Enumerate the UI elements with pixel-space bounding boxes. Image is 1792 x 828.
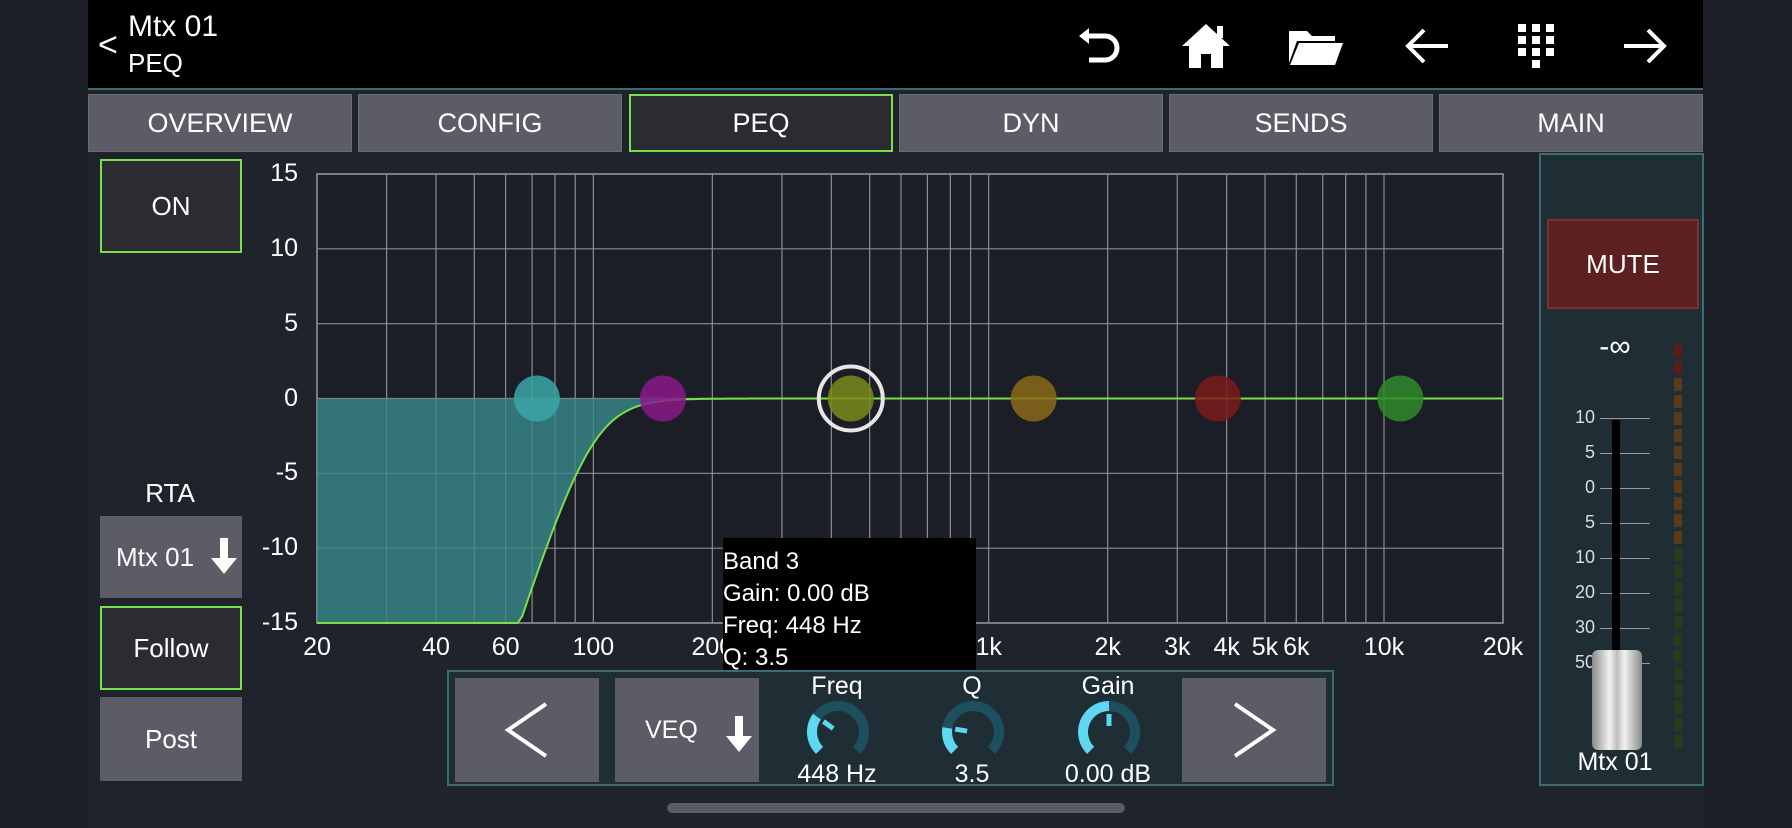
fader-scale-tick	[1600, 418, 1650, 419]
meter-segment	[1674, 599, 1682, 612]
meter-segment	[1674, 582, 1682, 595]
chevron-left-icon	[504, 702, 548, 758]
meter-segment	[1674, 446, 1682, 459]
fader-scale-label: 0	[1584, 477, 1595, 497]
meter-segment	[1674, 429, 1682, 442]
fader-scale-label: 10	[1574, 547, 1595, 567]
fader-scale-label: 5	[1584, 512, 1595, 532]
meter-segment	[1674, 514, 1682, 527]
x-tick-label: 100	[572, 633, 615, 661]
meter-segment	[1674, 463, 1682, 476]
meter-segment	[1674, 344, 1682, 357]
meter-segment	[1674, 497, 1682, 510]
knob-indicator	[821, 719, 835, 731]
post-button[interactable]: Post	[100, 697, 242, 781]
x-tick-label: 10k	[1363, 633, 1405, 661]
q-knob[interactable]	[940, 700, 1006, 760]
mute-button[interactable]: MUTE	[1547, 219, 1699, 309]
meter-segment	[1674, 735, 1682, 748]
band-node-3[interactable]	[827, 375, 874, 422]
y-tick-label: 0	[284, 383, 298, 412]
x-tick-label: 40	[422, 633, 450, 661]
fader-scale-tick	[1600, 523, 1650, 524]
gain-knob-value: 0.00 dB	[1064, 760, 1152, 788]
x-tick-label: 20k	[1482, 633, 1524, 661]
knob-value-arc	[807, 713, 824, 754]
meter-segment	[1674, 650, 1682, 663]
fader-scale-label: 30	[1574, 617, 1595, 637]
next-band-button[interactable]	[1182, 678, 1326, 782]
fader-scale-label: 20	[1574, 582, 1595, 602]
meter-segment	[1674, 565, 1682, 578]
eq-mode-value: VEQ	[645, 715, 698, 744]
y-tick-label: 15	[270, 159, 298, 187]
fader-scale-tick	[1600, 593, 1650, 594]
gain-knob[interactable]	[1076, 700, 1142, 760]
band-node-1[interactable]	[513, 375, 560, 422]
meter-segment	[1674, 701, 1682, 714]
meter-segment	[1674, 684, 1682, 697]
tooltip-gain: Gain: 0.00 dB	[723, 580, 870, 607]
x-tick-label: 20	[303, 633, 331, 661]
band-node-2[interactable]	[639, 375, 686, 422]
meter-segment	[1674, 395, 1682, 408]
tooltip-band: Band 3	[723, 548, 800, 575]
band-node-5[interactable]	[1194, 375, 1241, 422]
fader-scale-label: 50	[1574, 652, 1595, 672]
fader-scale-tick	[1600, 558, 1650, 559]
fader-scale-tick	[1600, 453, 1650, 454]
meter-segment	[1674, 548, 1682, 561]
knob-value-arc	[942, 727, 959, 754]
y-tick-label: 5	[284, 308, 298, 337]
meter-segment	[1674, 378, 1682, 391]
app-root: < Mtx 01 PEQ OVERVIEW CONFIG PEQ DYN SEN…	[0, 0, 1792, 828]
arrow-down-icon	[725, 714, 753, 761]
home-indicator[interactable]	[667, 803, 1125, 813]
meter-segment	[1674, 718, 1682, 731]
fader-handle[interactable]	[1592, 650, 1642, 750]
chevron-right-icon	[1233, 702, 1277, 758]
y-tick-label: -10	[261, 533, 298, 562]
fader-scale-tick	[1600, 628, 1650, 629]
q-knob-label: Q	[962, 672, 982, 700]
y-tick-label: -5	[275, 458, 298, 487]
meter-segment	[1674, 361, 1682, 374]
band-tooltip: Band 3 Gain: 0.00 dB Freq: 448 Hz Q: 3.5	[723, 538, 976, 671]
fader-scale-tick	[1600, 488, 1650, 489]
strip-name: Mtx 01	[1577, 748, 1653, 776]
meter-segment	[1674, 616, 1682, 629]
prev-band-button[interactable]	[455, 678, 599, 782]
meter-segment	[1674, 480, 1682, 493]
freq-knob[interactable]	[805, 700, 871, 760]
meter-segment	[1674, 412, 1682, 425]
meter-segment	[1674, 667, 1682, 680]
band-control-bar: VEQ Freq 448 Hz Q 3.5 Gain 0.00 dB	[447, 670, 1334, 788]
knob-indicator	[954, 726, 968, 734]
x-tick-label: 6k	[1283, 633, 1310, 661]
tooltip-freq: Freq: 448 Hz	[723, 612, 862, 639]
meter-segment	[1674, 531, 1682, 544]
y-tick-label: 10	[270, 233, 298, 262]
fader-scale-label: 10	[1574, 407, 1595, 427]
x-tick-label: 60	[491, 633, 520, 661]
freq-knob-value: 448 Hz	[797, 760, 877, 788]
level-readout: -∞	[1599, 330, 1631, 363]
fader-scale-label: 5	[1584, 442, 1595, 462]
q-knob-value: 3.5	[954, 760, 990, 788]
eq-mode-dropdown[interactable]: VEQ	[615, 678, 759, 782]
x-tick-label: 2k	[1094, 633, 1121, 661]
band-node-6[interactable]	[1377, 375, 1424, 422]
freq-knob-label: Freq	[811, 672, 863, 700]
gain-knob-label: Gain	[1081, 672, 1135, 700]
knob-value-arc	[1078, 701, 1110, 754]
meter-segment	[1674, 633, 1682, 646]
band-node-4[interactable]	[1010, 375, 1057, 422]
